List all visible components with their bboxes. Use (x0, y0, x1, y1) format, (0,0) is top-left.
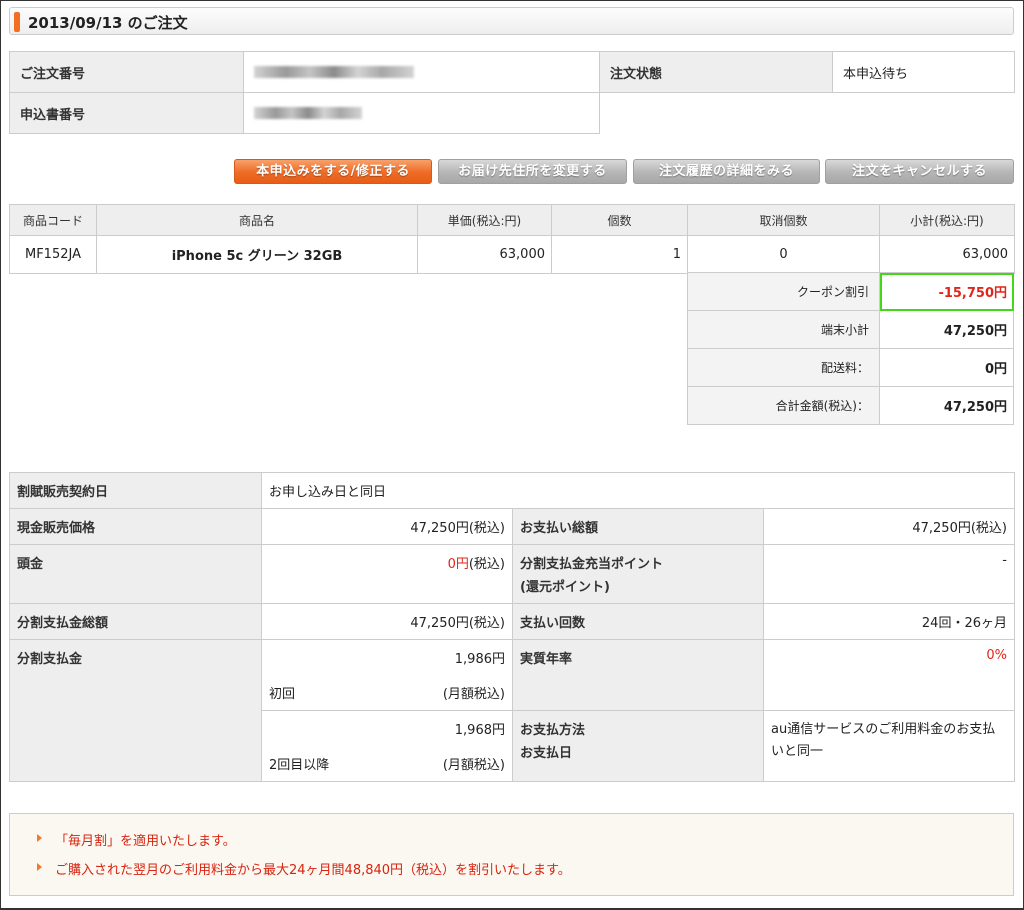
order-status-label: 注文状態 (599, 51, 833, 93)
installment-total-value: 47,250円(税込) (261, 603, 513, 640)
cash-price-value: 47,250円(税込) (261, 508, 513, 545)
totals-table: クーポン割引 -15,750円 端末小計 47,250円 配送料： 0円 合計金… (687, 272, 1014, 425)
first-installment-label: 初回 (269, 687, 296, 702)
shipping-label: 配送料： (687, 348, 880, 387)
later-installment-tax-note: (月額税込) (442, 758, 505, 773)
order-history-button[interactable]: 注文履歴の詳細をみる (633, 159, 820, 184)
later-installment-amount: 1,968円 (454, 723, 505, 738)
cancel-order-button[interactable]: 注文をキャンセルする (825, 159, 1014, 184)
coupon-discount-label: クーポン割引 (687, 272, 880, 311)
application-number-value (243, 92, 600, 134)
grand-total-value: 47,250円 (879, 386, 1014, 425)
order-number-label: ご注文番号 (9, 51, 244, 93)
page-title: 2013/09/13 のご注文 (28, 14, 188, 32)
blurred-order-number (254, 66, 414, 78)
note-text: ご購入された翌月のご利用料金から最大24ヶ月間48,840円（税込）を割引いたし… (55, 863, 571, 878)
order-status-value: 本申込待ち (832, 51, 1015, 93)
change-address-button[interactable]: お届け先住所を変更する (438, 159, 627, 184)
title-accent-marker (14, 12, 20, 32)
payment-method-label-line: お支払方法 (520, 723, 586, 738)
quantity: 1 (551, 235, 688, 274)
col-product-name: 商品名 (96, 204, 418, 236)
list-item: 「毎月割」を適用いたします。 (37, 830, 236, 849)
payment-count-value: 24回・26ヶ月 (763, 603, 1015, 640)
payment-method-label: お支払方法 お支払日 (512, 710, 764, 782)
down-payment-value: 0円(税込) (261, 544, 513, 604)
later-installment-cell: 1,968円 2回目以降 (月額税込) (261, 710, 513, 782)
col-unit-price: 単価(税込:円) (417, 204, 552, 236)
apr-label: 実質年率 (512, 639, 764, 711)
contract-date-label: 割賦販売契約日 (9, 472, 262, 509)
payment-count-label: 支払い回数 (512, 603, 764, 640)
apr-value: 0% (763, 639, 1015, 711)
down-payment-label: 頭金 (9, 544, 262, 604)
discount-notes: 「毎月割」を適用いたします。 ご購入された翌月のご利用料金から最大24ヶ月間48… (9, 813, 1014, 896)
product-code: MF152JA (9, 235, 97, 274)
bullet-arrow-icon (37, 834, 42, 842)
first-installment-cell: 1,986円 初回 (月額税込) (261, 639, 513, 711)
points-label-line2: (還元ポイント) (520, 580, 610, 595)
installment-amount-label: 分割支払金 (9, 639, 262, 782)
application-number-label: 申込書番号 (9, 92, 244, 134)
blurred-application-number (254, 107, 362, 119)
subtotal: 63,000 (879, 235, 1015, 274)
shipping-value: 0円 (879, 348, 1014, 387)
payment-method-value: au通信サービスのご利用料金のお支払いと同一 (763, 710, 1015, 782)
list-item: ご購入された翌月のご利用料金から最大24ヶ月間48,840円（税込）を割引いたし… (37, 859, 571, 878)
col-quantity: 個数 (551, 204, 688, 236)
col-product-code: 商品コード (9, 204, 97, 236)
order-info-table: ご注文番号 注文状態 本申込待ち 申込書番号 (9, 51, 1015, 134)
note-text: 「毎月割」を適用いたします。 (55, 834, 236, 849)
col-cancel-quantity: 取消個数 (687, 204, 880, 236)
points-label-line1: 分割支払金充当ポイント (520, 557, 664, 572)
total-payment-label: お支払い総額 (512, 508, 764, 545)
later-installment-label: 2回目以降 (269, 758, 330, 773)
down-payment-amount: 0円 (447, 557, 469, 572)
product-table: 商品コード 商品名 単価(税込:円) 個数 取消個数 小計(税込:円) MF15… (9, 204, 1015, 274)
installment-table: 割賦販売契約日 お申し込み日と同日 現金販売価格 47,250円(税込) お支払… (9, 472, 1015, 782)
installment-total-label: 分割支払金総額 (9, 603, 262, 640)
unit-price: 63,000 (417, 235, 552, 274)
device-subtotal-value: 47,250円 (879, 310, 1014, 349)
payment-date-label: お支払日 (520, 746, 573, 761)
first-installment-amount: 1,986円 (454, 652, 505, 667)
table-row: MF152JA iPhone 5c グリーン 32GB 63,000 1 0 6… (9, 235, 1015, 274)
cash-price-label: 現金販売価格 (9, 508, 262, 545)
product-name: iPhone 5c グリーン 32GB (96, 235, 418, 274)
coupon-discount-value: -15,750円 (879, 272, 1014, 311)
points-label: 分割支払金充当ポイント (還元ポイント) (512, 544, 764, 604)
device-subtotal-label: 端末小計 (687, 310, 880, 349)
order-title-bar: 2013/09/13 のご注文 (9, 7, 1014, 35)
down-payment-tax-note: (税込) (468, 557, 505, 572)
cancel-quantity: 0 (687, 235, 880, 274)
first-installment-tax-note: (月額税込) (442, 687, 505, 702)
total-payment-value: 47,250円(税込) (763, 508, 1015, 545)
bullet-arrow-icon (37, 863, 42, 871)
grand-total-label: 合計金額(税込)： (687, 386, 880, 425)
apply-modify-button[interactable]: 本申込みをする/修正する (234, 159, 432, 184)
points-value: - (763, 544, 1015, 604)
col-subtotal: 小計(税込:円) (879, 204, 1015, 236)
contract-date-value: お申し込み日と同日 (261, 472, 1015, 509)
order-number-value (243, 51, 600, 93)
